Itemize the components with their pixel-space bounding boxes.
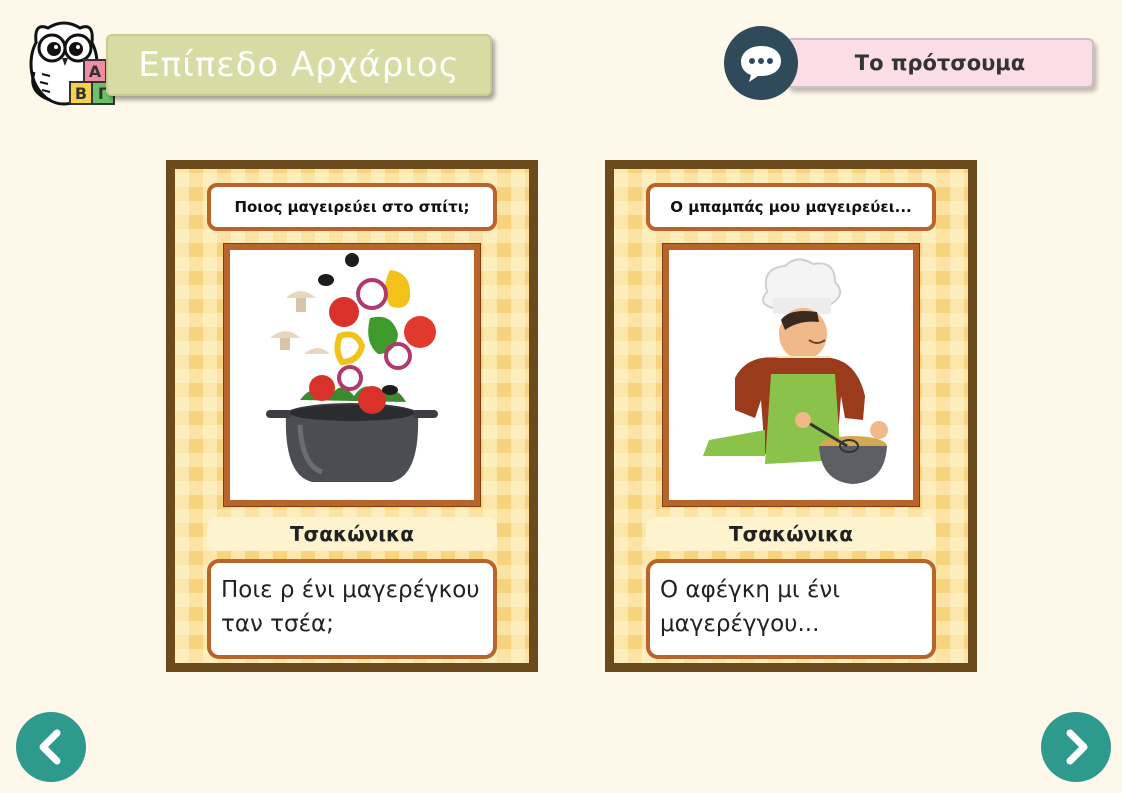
language-label-bar: Τσακώνικα xyxy=(646,517,936,551)
previous-button[interactable] xyxy=(16,712,86,782)
original-text-label: Το πρότσουμα xyxy=(854,51,1026,75)
language-label-bar: Τσακώνικα xyxy=(207,517,497,551)
next-button[interactable] xyxy=(1041,712,1111,782)
chat-button[interactable] xyxy=(724,26,798,100)
answer-box: Ποιε ρ ένι μαγερέγκου ταν τσέα; xyxy=(207,559,497,659)
answer-line-1: Ο αφέγκη μι ένι xyxy=(660,577,841,603)
chevron-right-icon xyxy=(1066,729,1088,765)
flashcard-right: Ο μπαμπάς μου μαγειρεύει... Τσακώνικα Ο … xyxy=(605,160,977,672)
level-title-box: Επίπεδο Αρχάριος xyxy=(106,34,492,96)
chevron-left-icon xyxy=(39,729,61,765)
chef-whisking-bowl-image xyxy=(669,250,913,500)
question-text: Ο μπαμπάς μου μαγειρεύει... xyxy=(670,198,912,216)
level-title: Επίπεδο Αρχάριος xyxy=(138,45,460,85)
logo-letter-a: Α xyxy=(89,62,102,81)
question-text: Ποιος μαγειρεύει στο σπίτι; xyxy=(234,198,470,216)
logo-letter-b: Β xyxy=(75,84,87,103)
answer-line-1: Ποιε ρ ένι μαγερέγκου xyxy=(221,577,480,603)
answer-line-2: ταν τσέα; xyxy=(221,611,334,637)
card-image-frame xyxy=(223,243,481,507)
language-label: Τσακώνικα xyxy=(290,522,414,546)
card-image-frame xyxy=(662,243,920,507)
answer-box: Ο αφέγκη μι ένι μαγερέγγου... xyxy=(646,559,936,659)
answer-line-2: μαγερέγγου... xyxy=(660,611,820,637)
cooking-pot-vegetables-image xyxy=(230,250,474,500)
speech-bubble-icon xyxy=(741,46,781,82)
question-box: Ο μπαμπάς μου μαγειρεύει... xyxy=(646,183,936,231)
original-text-button[interactable]: Το πρότσουμα xyxy=(786,38,1094,88)
question-box: Ποιος μαγειρεύει στο σπίτι; xyxy=(207,183,497,231)
flashcard-left: Ποιος μαγειρεύει στο σπίτι; Τσακώνικα Πο… xyxy=(166,160,538,672)
language-label: Τσακώνικα xyxy=(729,522,853,546)
